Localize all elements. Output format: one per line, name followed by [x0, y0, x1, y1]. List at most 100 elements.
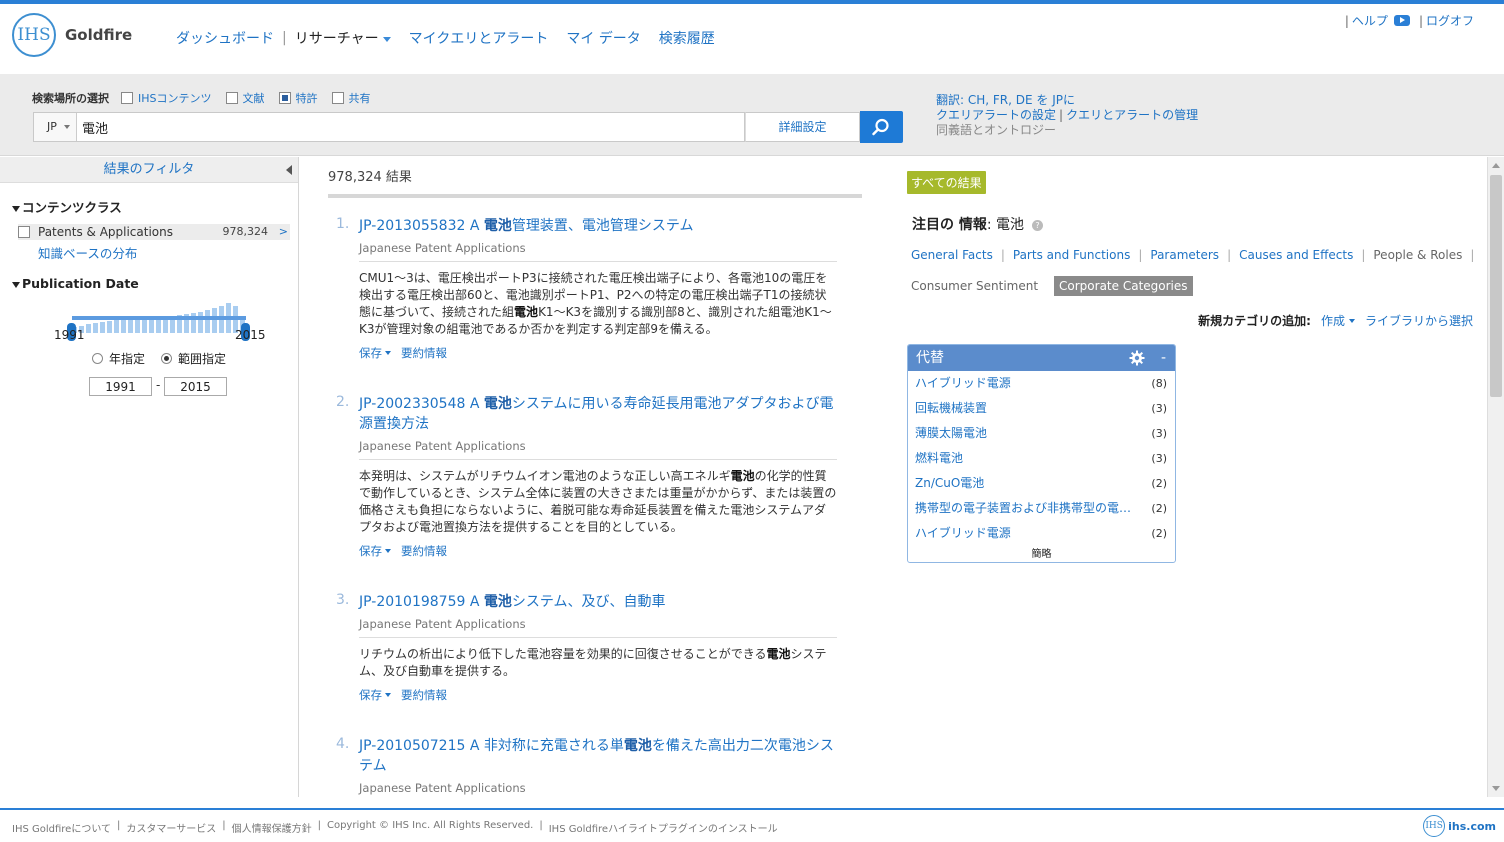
alternative-item[interactable]: 携帯型の電子装置および非携帯型の電子装置 (2)	[908, 496, 1175, 521]
chevron-down-icon	[385, 549, 391, 553]
footer-link[interactable]: IHS Goldfireについて	[12, 820, 111, 835]
alternative-label: 回転機械装置	[915, 401, 988, 415]
tab-corporate-categories[interactable]: Corporate Categories	[1054, 276, 1193, 296]
result-title-link[interactable]: JP-2013055832 A 電池管理装置、電池管理システム	[359, 216, 837, 236]
title-text: JP-2002330548 A	[359, 396, 484, 412]
tab-parts-functions[interactable]: Parts and Functions	[1013, 248, 1130, 262]
alternative-item[interactable]: 回転機械装置 (3)	[908, 396, 1175, 421]
checkbox[interactable]	[18, 226, 30, 238]
knowledge-base-distribution-link[interactable]: 知識ベースの分布	[0, 243, 298, 262]
nav-separator: |	[282, 30, 287, 46]
save-dropdown[interactable]: 保存	[359, 543, 382, 559]
alternative-item[interactable]: ハイブリッド電源 (2)	[908, 521, 1175, 546]
alternative-count: (2)	[1151, 502, 1167, 515]
summary-link[interactable]: 要約情報	[401, 687, 447, 703]
focus-term: 電池	[996, 217, 1025, 233]
checkbox[interactable]	[121, 92, 133, 104]
new-category-row: 新規カテゴリの追加: 作成 ライブラリから選択	[1198, 312, 1473, 329]
year-end-input[interactable]	[164, 377, 227, 396]
language-select[interactable]: JP	[34, 113, 77, 141]
publication-date-title[interactable]: Publication Date	[0, 276, 298, 291]
alternative-item[interactable]: ハイブリッド電源 (8)	[908, 371, 1175, 396]
radio-year[interactable]	[92, 353, 103, 364]
alternative-item[interactable]: Zn/CuO電池 (2)	[908, 471, 1175, 496]
location-shared[interactable]: 共有	[331, 90, 371, 106]
facet-expand-icon[interactable]: >	[279, 224, 288, 240]
footer-logo[interactable]: IHS ihs.com	[1423, 815, 1496, 837]
scroll-up-icon[interactable]	[1492, 163, 1500, 168]
tab-parameters[interactable]: Parameters	[1150, 248, 1219, 262]
checkbox[interactable]	[225, 92, 238, 104]
nav-my-queries[interactable]: マイクエリとアラート	[409, 28, 549, 48]
alert-settings-link[interactable]: クエリアラートの設定	[936, 108, 1056, 122]
result-title-link[interactable]: JP-2010198759 A 電池システム、及び、自動車	[359, 592, 837, 612]
select-from-library-link[interactable]: ライブラリから選択	[1365, 312, 1473, 329]
synonyms-link[interactable]: 同義語とオントロジー	[936, 123, 1198, 138]
content-class-title[interactable]: コンテンツクラス	[0, 197, 298, 216]
translate-link[interactable]: 翻訳: CH, FR, DE を JPに	[936, 93, 1075, 107]
checkbox-checked[interactable]	[278, 92, 291, 104]
advanced-settings-button[interactable]: 詳細設定	[745, 112, 860, 142]
tab-causes-effects[interactable]: Causes and Effects	[1239, 248, 1353, 262]
minimize-icon[interactable]: -	[1161, 345, 1166, 371]
summary-link[interactable]: 要約情報	[401, 543, 447, 559]
footer-link[interactable]: IHS Goldfireハイライトプラグインのインストール	[549, 820, 778, 835]
year-start-input[interactable]	[89, 377, 152, 396]
help-link[interactable]: ヘルプ	[1352, 12, 1388, 29]
footer-link[interactable]: カスタマーサービス	[126, 820, 216, 835]
nav-my-data[interactable]: マイ データ	[566, 28, 640, 48]
collapse-left-icon[interactable]	[286, 165, 292, 175]
header: IHS Goldfire ダッシュボード | リサーチャー マイクエリとアラート…	[0, 4, 1504, 74]
alternative-item[interactable]: 薄膜太陽電池 (3)	[908, 421, 1175, 446]
separator: |	[1344, 13, 1349, 28]
separator: |	[1000, 248, 1005, 262]
tab-general-facts[interactable]: General Facts	[911, 248, 993, 262]
range-dash: -	[156, 378, 161, 392]
search-input[interactable]	[82, 113, 732, 141]
manage-alerts-link[interactable]: クエリとアラートの管理	[1066, 108, 1198, 122]
help-icon[interactable]: ?	[1032, 219, 1044, 231]
all-results-badge[interactable]: すべての結果	[907, 171, 986, 194]
gear-icon[interactable]	[1129, 350, 1145, 366]
scroll-down-icon[interactable]	[1492, 786, 1500, 791]
video-play-icon[interactable]	[1393, 15, 1410, 26]
location-literature[interactable]: 文献	[225, 90, 265, 106]
save-dropdown[interactable]: 保存	[359, 687, 382, 703]
result-item: 4. JP-2010507215 A 非対称に充電される単電池を備えた高出力二次電…	[336, 736, 837, 797]
create-category-link[interactable]: 作成	[1321, 312, 1345, 329]
location-patents[interactable]: 特許	[278, 90, 318, 106]
alternative-label: 薄膜太陽電池	[915, 426, 988, 440]
date-range-track[interactable]	[72, 316, 246, 320]
result-item: 1. JP-2013055832 A 電池管理装置、電池管理システム Japanes…	[336, 216, 837, 361]
scroll-thumb[interactable]	[1490, 175, 1502, 397]
search-icon	[872, 118, 889, 136]
collapse-link[interactable]: 簡略	[908, 545, 1175, 560]
filter-header-label[interactable]: 結果のフィルタ	[104, 162, 195, 177]
checkbox[interactable]	[331, 92, 344, 104]
nav-dashboard[interactable]: ダッシュボード	[176, 28, 274, 48]
facet-patents-applications[interactable]: Patents & Applications 978,324 >	[18, 224, 290, 240]
save-dropdown[interactable]: 保存	[359, 345, 382, 361]
page-scrollbar[interactable]	[1487, 157, 1504, 797]
title-text: JP-2010507215 A 非対称に充電される単	[359, 738, 624, 754]
tab-consumer-sentiment[interactable]: Consumer Sentiment	[911, 279, 1038, 293]
result-title-link[interactable]: JP-2002330548 A 電池システムに用いる寿命延長用電池アダプタおよび…	[359, 394, 837, 434]
radio-range[interactable]	[161, 353, 173, 364]
nav-researcher[interactable]: リサーチャー	[295, 28, 391, 48]
tab-people-roles[interactable]: People & Roles	[1373, 248, 1462, 262]
filter-panel: 結果のフィルタ コンテンツクラス Patents & Applications …	[0, 157, 299, 797]
alternative-count: (3)	[1151, 427, 1167, 440]
logout-link[interactable]: ログオフ	[1426, 12, 1474, 29]
alternative-item[interactable]: 燃料電池 (3)	[908, 446, 1175, 471]
ihs-logo[interactable]: IHS	[12, 13, 56, 57]
nav-search-history[interactable]: 検索履歴	[659, 28, 715, 48]
result-item: 2. JP-2002330548 A 電池システムに用いる寿命延長用電池アダプタお…	[336, 394, 837, 559]
facet-count: 978,324	[222, 225, 269, 238]
location-ihs-content[interactable]: IHSコンテンツ	[121, 90, 212, 106]
footer-link[interactable]: 個人情報保護方針	[232, 820, 312, 835]
alternative-count: (2)	[1151, 527, 1167, 540]
summary-link[interactable]: 要約情報	[401, 345, 447, 361]
result-title-link[interactable]: JP-2010507215 A 非対称に充電される単電池を備えた高出力二次電池シ…	[359, 736, 837, 776]
result-actions: 保存 要約情報	[359, 687, 837, 703]
search-button[interactable]	[860, 111, 903, 143]
